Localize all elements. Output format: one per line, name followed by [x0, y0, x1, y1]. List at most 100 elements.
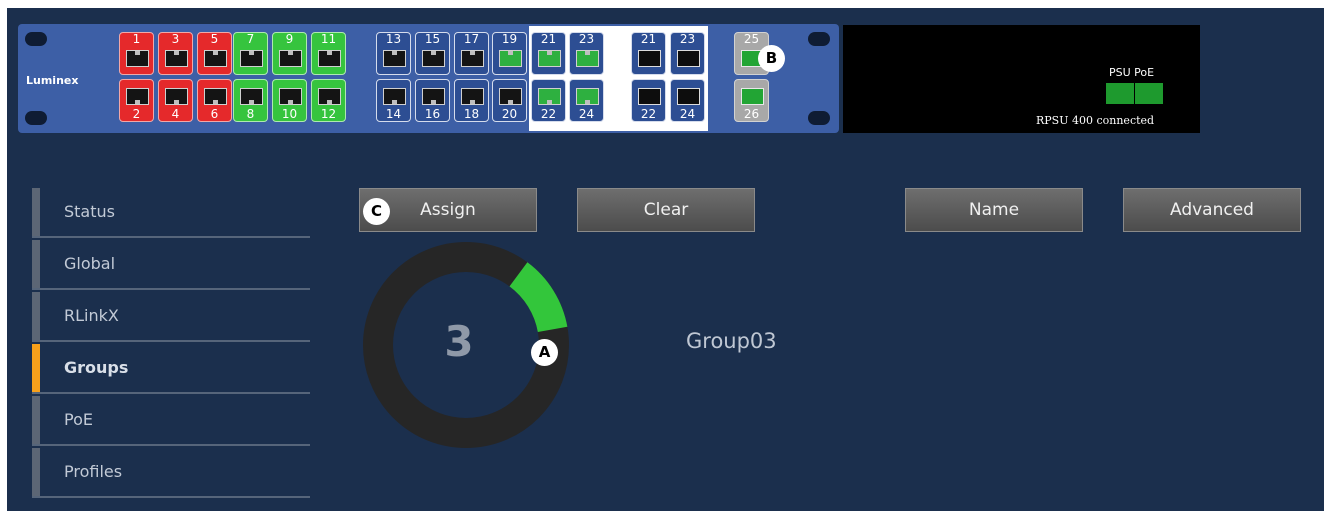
port-7[interactable]: 7	[233, 32, 268, 75]
rack-mount-hole	[25, 32, 47, 46]
sidebar-item-indicator	[32, 188, 40, 236]
port-number: 19	[501, 32, 518, 46]
port-number: 16	[424, 107, 441, 121]
port-number: 2	[132, 107, 141, 121]
port-jack-icon	[279, 88, 302, 105]
psu-panel: PSU PoE RPSU 400 connected	[843, 25, 1200, 133]
port-21[interactable]: 21	[531, 32, 566, 75]
sidebar-item-groups[interactable]: Groups	[32, 344, 310, 394]
port-jack-icon	[538, 88, 561, 105]
port-jack-icon	[383, 88, 406, 105]
advanced-button[interactable]: Advanced	[1123, 188, 1301, 232]
sidebar-item-label: Profiles	[64, 462, 123, 481]
ring-selected-segment[interactable]	[509, 262, 568, 333]
port-5[interactable]: 5	[197, 32, 232, 75]
port-4[interactable]: 4	[158, 79, 193, 122]
sidebar-item-indicator	[32, 292, 40, 340]
port-number: 20	[501, 107, 518, 121]
port-24[interactable]: 24	[670, 79, 705, 122]
port-jack-icon	[741, 88, 764, 105]
rack-mount-hole	[808, 32, 830, 46]
port-jack-icon	[240, 50, 263, 67]
callout-c: C	[363, 198, 390, 225]
port-12[interactable]: 12	[311, 79, 346, 122]
rack-mount-hole	[808, 111, 830, 125]
port-13[interactable]: 13	[376, 32, 411, 75]
port-14[interactable]: 14	[376, 79, 411, 122]
port-23[interactable]: 23	[569, 32, 604, 75]
sidebar-item-indicator	[32, 240, 40, 288]
port-jack-icon	[576, 88, 599, 105]
port-jack-icon	[422, 88, 445, 105]
port-number: 24	[679, 107, 696, 121]
port-24[interactable]: 24	[569, 79, 604, 122]
port-10[interactable]: 10	[272, 79, 307, 122]
port-number: 15	[424, 32, 441, 46]
port-number: 8	[246, 107, 255, 121]
callout-b: B	[758, 45, 785, 72]
port-jack-icon	[499, 88, 522, 105]
clear-button[interactable]: Clear	[577, 188, 755, 232]
port-jack-icon	[422, 50, 445, 67]
port-jack-icon	[638, 88, 661, 105]
port-number: 14	[385, 107, 402, 121]
port-jack-icon	[677, 88, 700, 105]
sidebar-item-rlinkx[interactable]: RLinkX	[32, 292, 310, 342]
port-15[interactable]: 15	[415, 32, 450, 75]
port-number: 12	[320, 107, 337, 121]
port-number: 4	[171, 107, 180, 121]
port-jack-icon	[461, 50, 484, 67]
port-22[interactable]: 22	[531, 79, 566, 122]
port-2[interactable]: 2	[119, 79, 154, 122]
port-number: 23	[578, 32, 595, 46]
port-6[interactable]: 6	[197, 79, 232, 122]
port-23[interactable]: 23	[670, 32, 705, 75]
port-jack-icon	[538, 50, 561, 67]
port-number: 11	[320, 32, 337, 46]
port-1[interactable]: 1	[119, 32, 154, 75]
port-21[interactable]: 21	[631, 32, 666, 75]
port-number: 6	[210, 107, 219, 121]
port-22[interactable]: 22	[631, 79, 666, 122]
sidebar-item-poe[interactable]: PoE	[32, 396, 310, 446]
port-number: 5	[210, 32, 219, 46]
group-number: 3	[444, 317, 474, 366]
port-number: 7	[246, 32, 255, 46]
sidebar-item-status[interactable]: Status	[32, 188, 310, 238]
sidebar-item-profiles[interactable]: Profiles	[32, 448, 310, 498]
psu-led	[1106, 83, 1134, 104]
switch-front-panel: Luminex 1 3 5 7 9 11 13 15 17 19 21 23 2 4 6 8 10 12 14 16 1…	[18, 24, 839, 133]
sidebar-item-label: Global	[64, 254, 116, 273]
port-3[interactable]: 3	[158, 32, 193, 75]
port-number: 26	[743, 107, 760, 121]
sidebar-item-label: RLinkX	[64, 306, 119, 325]
port-16[interactable]: 16	[415, 79, 450, 122]
port-jack-icon	[677, 50, 700, 67]
port-number: 13	[385, 32, 402, 46]
sidebar-item-global[interactable]: Global	[32, 240, 310, 290]
port-number: 3	[171, 32, 180, 46]
port-number: 9	[285, 32, 294, 46]
port-jack-icon	[279, 50, 302, 67]
port-19[interactable]: 19	[492, 32, 527, 75]
port-9[interactable]: 9	[272, 32, 307, 75]
port-number: 21	[640, 32, 657, 46]
port-jack-icon	[165, 50, 188, 67]
sidebar-item-indicator	[32, 448, 40, 496]
group-name-label: Group03	[686, 329, 777, 353]
port-26[interactable]: 26	[734, 79, 769, 122]
port-20[interactable]: 20	[492, 79, 527, 122]
port-11[interactable]: 11	[311, 32, 346, 75]
port-jack-icon	[204, 50, 227, 67]
port-number: 22	[540, 107, 557, 121]
port-jack-icon	[204, 88, 227, 105]
sidebar-item-indicator	[32, 344, 40, 392]
port-18[interactable]: 18	[454, 79, 489, 122]
name-button[interactable]: Name	[905, 188, 1083, 232]
port-number: 25	[743, 32, 760, 46]
sidebar-item-label: PoE	[64, 410, 93, 429]
rack-mount-hole	[25, 111, 47, 125]
port-17[interactable]: 17	[454, 32, 489, 75]
port-8[interactable]: 8	[233, 79, 268, 122]
port-jack-icon	[126, 88, 149, 105]
